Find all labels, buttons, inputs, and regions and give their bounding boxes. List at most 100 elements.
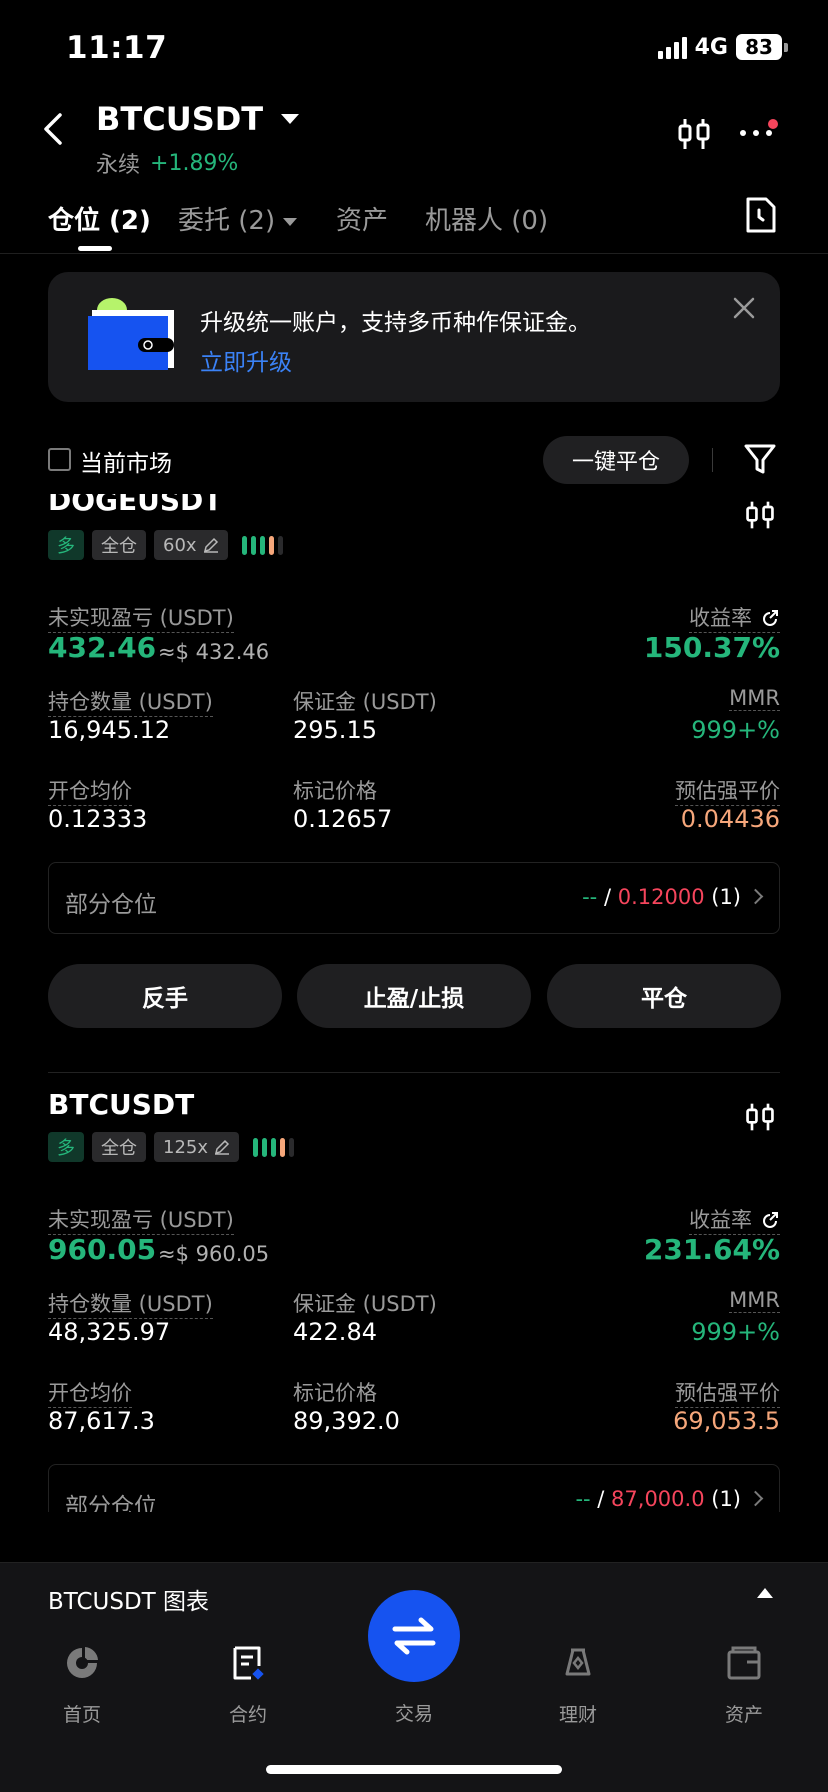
position-symbol: BTCUSDT	[48, 1088, 195, 1121]
mmr-label: MMR	[729, 1288, 780, 1313]
partial-tpsl-values: -- / 87,000.0 (1)	[575, 1487, 741, 1511]
margin-label: 保证金 (USDT)	[293, 1292, 437, 1316]
size-value: 16,945.12	[48, 716, 171, 744]
unrealized-pnl-label: 未实现盈亏 (USDT)	[48, 1204, 234, 1235]
unrealized-pnl-label: 未实现盈亏 (USDT)	[48, 602, 234, 633]
history-document-icon[interactable]	[742, 196, 778, 234]
caret-down-icon	[281, 114, 300, 124]
current-market-checkbox[interactable]	[48, 448, 71, 471]
leverage-value: 125x	[163, 1136, 209, 1158]
roe-label-group[interactable]: 收益率	[689, 1204, 780, 1235]
home-indicator[interactable]	[266, 1765, 562, 1774]
close-all-button[interactable]: 一键平仓	[543, 436, 689, 484]
pair-selector[interactable]: BTCUSDT	[96, 100, 300, 138]
roe-label-group[interactable]: 收益率	[689, 602, 780, 633]
nav-label: 合约	[228, 1704, 267, 1726]
divider	[48, 1072, 780, 1073]
edit-pencil-icon	[214, 1139, 230, 1155]
tab-indicator	[78, 246, 112, 251]
battery-icon: 83	[736, 34, 782, 60]
close-icon[interactable]	[732, 296, 756, 320]
tab-assets[interactable]: 资产	[336, 200, 388, 237]
tpsl-button[interactable]: 止盈/止损	[297, 964, 531, 1028]
risk-level-bars	[253, 1137, 295, 1157]
futures-icon	[233, 1646, 264, 1680]
nav-earn[interactable]: 理财	[528, 1644, 628, 1727]
candlestick-chart-icon[interactable]	[676, 116, 712, 152]
nav-label: 首页	[62, 1704, 101, 1726]
partial-tp: --	[582, 885, 598, 909]
nav-assets[interactable]: 资产	[694, 1644, 794, 1727]
trade-button[interactable]	[368, 1590, 460, 1682]
size-value: 48,325.97	[48, 1318, 171, 1346]
filter-icon[interactable]	[743, 442, 777, 476]
margin-mode-badge: 全仓	[92, 530, 146, 560]
partial-position-row[interactable]: 部分仓位 -- / 87,000.0 (1)	[48, 1464, 780, 1512]
wallet-icon	[727, 1646, 761, 1680]
mmr-value: 999+%	[691, 716, 780, 744]
network-label: 4G	[694, 34, 728, 60]
wallet-illustration-icon	[88, 298, 174, 370]
earn-pot-icon	[565, 1648, 591, 1676]
margin-value: 422.84	[293, 1318, 377, 1346]
leverage-badge[interactable]: 60x	[154, 530, 228, 560]
divider	[712, 448, 713, 472]
partial-position-label: 部分仓位	[65, 1494, 157, 1512]
partial-count: (1)	[711, 885, 741, 909]
tab-orders[interactable]: 委托 (2)	[178, 200, 298, 237]
nav-futures[interactable]: 合约	[198, 1644, 298, 1727]
candlestick-chart-icon[interactable]	[744, 498, 776, 532]
unrealized-pnl-value: 960.05	[48, 1233, 157, 1266]
position-card: BTCUSDT 多 全仓 125x 未实现盈亏 (USDT) 960.05 ≈$…	[0, 1080, 828, 1512]
partial-position-row[interactable]: 部分仓位 -- / 0.12000 (1)	[48, 862, 780, 934]
roe-label: 收益率	[689, 606, 752, 630]
back-arrow-icon[interactable]	[42, 112, 64, 146]
candlestick-chart-icon[interactable]	[744, 1100, 776, 1134]
chart-toggle-label[interactable]: BTCUSDT 图表	[48, 1582, 209, 1616]
price-change: +1.89%	[150, 150, 239, 176]
more-icon[interactable]	[740, 130, 772, 136]
nav-home[interactable]: 首页	[32, 1644, 132, 1727]
share-icon	[763, 610, 778, 626]
battery-tip	[784, 42, 788, 52]
side-badge: 多	[48, 1132, 84, 1162]
partial-sl: 0.12000	[617, 885, 705, 909]
share-icon	[763, 1212, 778, 1228]
side-badge: 多	[48, 530, 84, 560]
upgrade-link[interactable]: 立即升级	[200, 343, 292, 377]
contract-type: 永续	[96, 153, 141, 178]
tab-bots[interactable]: 机器人 (0)	[425, 200, 548, 237]
reverse-button[interactable]: 反手	[48, 964, 282, 1028]
partial-sep: /	[597, 1487, 605, 1511]
nav-label: 理财	[558, 1704, 597, 1726]
position-tabs: 仓位 (2) 委托 (2) 资产 机器人 (0)	[0, 200, 828, 254]
status-indicators: 4G 83	[657, 34, 788, 60]
tab-orders-label: 委托 (2)	[178, 206, 276, 236]
nav-label: 交易	[394, 1703, 433, 1725]
margin-mode-badge: 全仓	[92, 1132, 146, 1162]
chevron-right-icon	[747, 1490, 764, 1507]
partial-tp: --	[575, 1487, 591, 1511]
entry-price-label: 开仓均价	[48, 775, 132, 806]
caret-up-icon[interactable]	[757, 1588, 773, 1598]
edit-pencil-icon	[203, 537, 218, 553]
pair-subtitle: 永续 +1.89%	[96, 147, 238, 179]
chevron-right-icon	[747, 888, 764, 905]
tab-positions[interactable]: 仓位 (2)	[48, 200, 151, 237]
leverage-value: 60x	[163, 534, 197, 556]
margin-label: 保证金 (USDT)	[293, 690, 437, 714]
mark-price-value: 0.12657	[293, 805, 393, 833]
positions-list[interactable]: DOGEUSDT 多 全仓 60x 未实现盈亏 (USDT) 432.46 ≈$…	[0, 494, 828, 1512]
status-time: 11:17	[66, 30, 168, 66]
home-icon	[67, 1647, 98, 1678]
pnl-usd-approx: ≈$ 960.05	[158, 1242, 270, 1266]
signal-icon	[657, 35, 687, 59]
mmr-value: 999+%	[691, 1318, 780, 1346]
close-position-button[interactable]: 平仓	[547, 964, 781, 1028]
nav-label: 资产	[724, 1704, 763, 1726]
size-label: 持仓数量 (USDT)	[48, 1288, 213, 1319]
leverage-badge[interactable]: 125x	[154, 1132, 240, 1162]
partial-sep: /	[603, 885, 612, 909]
size-label: 持仓数量 (USDT)	[48, 686, 213, 717]
banner-text: 升级统一账户，支持多币种作保证金。	[200, 310, 591, 336]
